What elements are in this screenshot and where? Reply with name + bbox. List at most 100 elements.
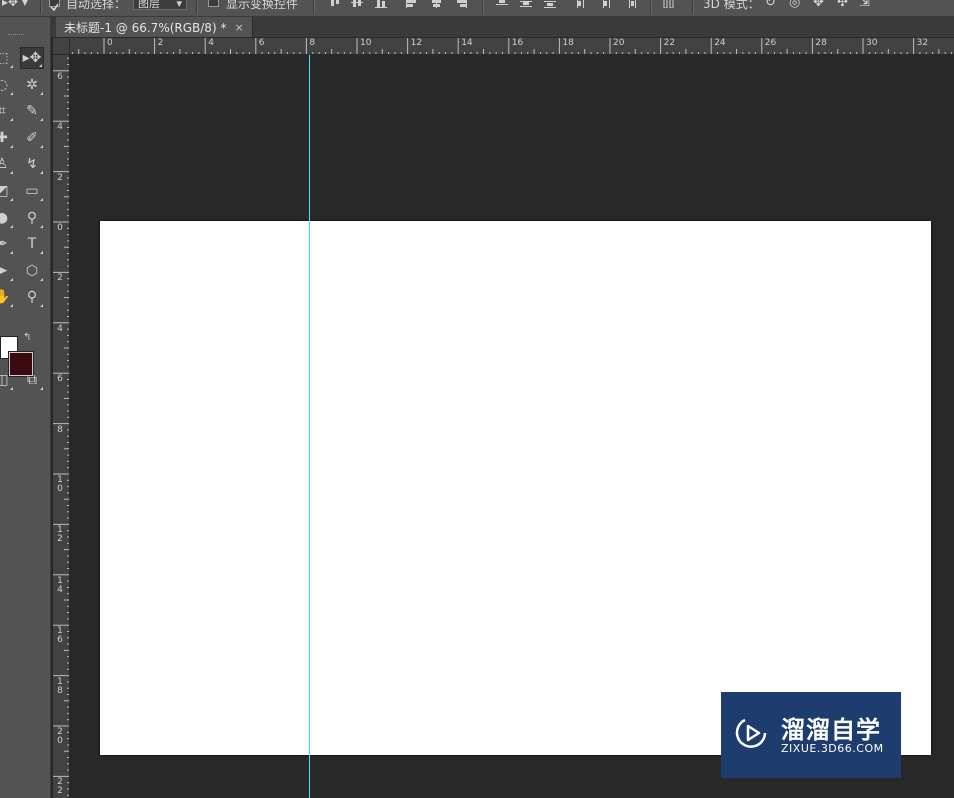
ruler-label: 2 [157, 38, 164, 48]
clone-stamp-tool[interactable]: ♙ [0, 153, 14, 175]
ruler-label: 18 [57, 676, 63, 696]
hand-icon: ✋ [0, 289, 11, 305]
document-tab[interactable]: 未标题-1 @ 66.7%(RGB/8) * × [56, 17, 253, 37]
options-separator [692, 0, 694, 14]
ruler-label: 4 [208, 38, 214, 48]
flyout-indicator-icon [40, 171, 43, 174]
lasso-tool[interactable]: ◌ [0, 74, 14, 96]
flyout-indicator-icon [40, 304, 43, 307]
ruler-label: 30 [866, 38, 878, 48]
align-right-icon[interactable] [454, 0, 468, 8]
screen-mode-button[interactable]: ⧉ [20, 369, 44, 391]
magic-wand-tool[interactable]: ✲ [20, 74, 44, 96]
type-icon: T [27, 236, 37, 252]
ruler-label: 10 [57, 475, 63, 494]
vertical-guide[interactable] [309, 55, 310, 798]
dodge-icon: ⚲ [26, 210, 38, 226]
flyout-indicator-icon [40, 92, 43, 95]
eraser-tool[interactable]: ◩ [0, 180, 14, 202]
close-icon[interactable]: × [234, 21, 243, 34]
3d-pan-icon[interactable]: ✥ [813, 0, 824, 10]
3d-slide-icon[interactable]: ✣ [837, 0, 848, 10]
ruler-label: 12 [57, 525, 63, 545]
zoom-tool[interactable]: ⚲ [20, 286, 44, 308]
crop-icon: ⌗ [0, 103, 6, 119]
eyedropper-tool[interactable]: ✎ [20, 100, 44, 122]
align-left-icon[interactable] [405, 0, 419, 8]
flyout-indicator-icon [10, 145, 13, 148]
move-tool-preset-icon[interactable]: ▸✥ ▾ [2, 0, 28, 9]
swap-colors-icon[interactable]: ↰ [23, 332, 31, 343]
healing-brush-icon: ✚ [0, 130, 8, 146]
eraser-icon: ◩ [0, 183, 9, 199]
healing-brush-tool[interactable]: ✚ [0, 127, 14, 149]
flyout-indicator-icon [40, 278, 43, 281]
history-brush-tool[interactable]: ↯ [20, 153, 44, 175]
3d-roll-icon[interactable]: ◎ [789, 0, 800, 10]
shape-tool[interactable]: ⬡ [20, 260, 44, 282]
ruler-label: 4 [57, 122, 63, 133]
pen-icon: ✒ [0, 236, 8, 252]
align-hcenter-icon[interactable] [430, 0, 444, 8]
dodge-tool[interactable]: ⚲ [20, 207, 44, 229]
flyout-indicator-icon [40, 145, 43, 148]
align-vcenter-icon[interactable] [350, 0, 364, 8]
ruler-label: 16 [511, 38, 524, 48]
blur-tool[interactable]: ● [0, 207, 14, 229]
path-selection-tool[interactable]: ➤ [0, 260, 14, 282]
vertical-ruler[interactable]: 6420246810121416182022 [53, 55, 70, 798]
distribute-bottom-icon[interactable] [543, 0, 557, 8]
move-tool[interactable]: ▸✥ [20, 47, 44, 69]
ruler-label: 26 [764, 38, 777, 48]
3d-rotate-icon[interactable]: ↻ [765, 0, 776, 10]
auto-select-checkbox[interactable] [49, 0, 60, 12]
lasso-icon: ◌ [0, 77, 9, 93]
crop-tool[interactable]: ⌗ [0, 100, 14, 122]
align-bottom-icon[interactable] [374, 0, 388, 8]
flyout-indicator-icon [40, 198, 43, 201]
distribute-left-icon[interactable] [575, 0, 589, 8]
ruler-label: 4 [57, 323, 63, 334]
distribute-top-icon[interactable] [495, 0, 509, 8]
watermark-url: ZIXUE.3D66.COM [781, 742, 884, 755]
align-top-icon[interactable] [328, 0, 342, 8]
gradient-tool[interactable]: ▭ [20, 180, 44, 202]
document-tab-bar: 未标题-1 @ 66.7%(RGB/8) * × [51, 17, 954, 38]
canvas-workspace[interactable] [71, 55, 954, 798]
ruler-label: 28 [815, 38, 827, 48]
hand-tool[interactable]: ✋ [0, 286, 14, 308]
distribute-vcenter-icon[interactable] [519, 0, 533, 8]
brush-tool[interactable]: ✐ [20, 127, 44, 149]
auto-select-label: 自动选择： [66, 0, 127, 11]
ruler-label: 12 [410, 38, 423, 48]
distribute-hcenter-icon[interactable] [599, 0, 613, 8]
ruler-origin[interactable] [53, 38, 70, 55]
options-separator [40, 0, 42, 14]
options-separator [196, 0, 198, 14]
show-transform-checkbox[interactable] [208, 0, 219, 7]
document-canvas[interactable] [100, 221, 931, 755]
flyout-indicator-icon [10, 118, 13, 121]
auto-select-value: 图层 [138, 0, 160, 10]
play-logo-icon [735, 718, 767, 748]
distribute-right-icon[interactable] [623, 0, 637, 8]
ruler-label: 6 [57, 71, 63, 82]
auto-align-icon[interactable] [662, 0, 676, 8]
eyedropper-icon: ✎ [26, 103, 38, 119]
ruler-label: 18 [562, 38, 574, 48]
watermark-title: 溜溜自学 [781, 716, 881, 744]
panel-grip[interactable] [8, 34, 24, 37]
flyout-indicator-icon [39, 64, 42, 67]
horizontal-ruler[interactable]: 0 2 4 6 8 10 12 14 16 18 20 22 24 26 28 30 32 [70, 38, 954, 55]
pen-tool[interactable]: ✒ [0, 233, 14, 255]
quick-mask-button[interactable]: ◫ [0, 369, 14, 391]
ruler-label: 14 [461, 38, 473, 48]
3d-scale-icon[interactable]: ⇲ [859, 0, 870, 10]
type-tool[interactable]: T [20, 233, 44, 255]
marquee-tool[interactable]: ⬚ [0, 47, 14, 69]
ruler-label: 20 [613, 38, 625, 48]
auto-select-dropdown[interactable]: 图层 ▾ [133, 0, 187, 10]
path-selection-icon: ➤ [0, 263, 8, 279]
marquee-icon: ⬚ [0, 50, 9, 66]
flyout-indicator-icon [10, 304, 13, 307]
